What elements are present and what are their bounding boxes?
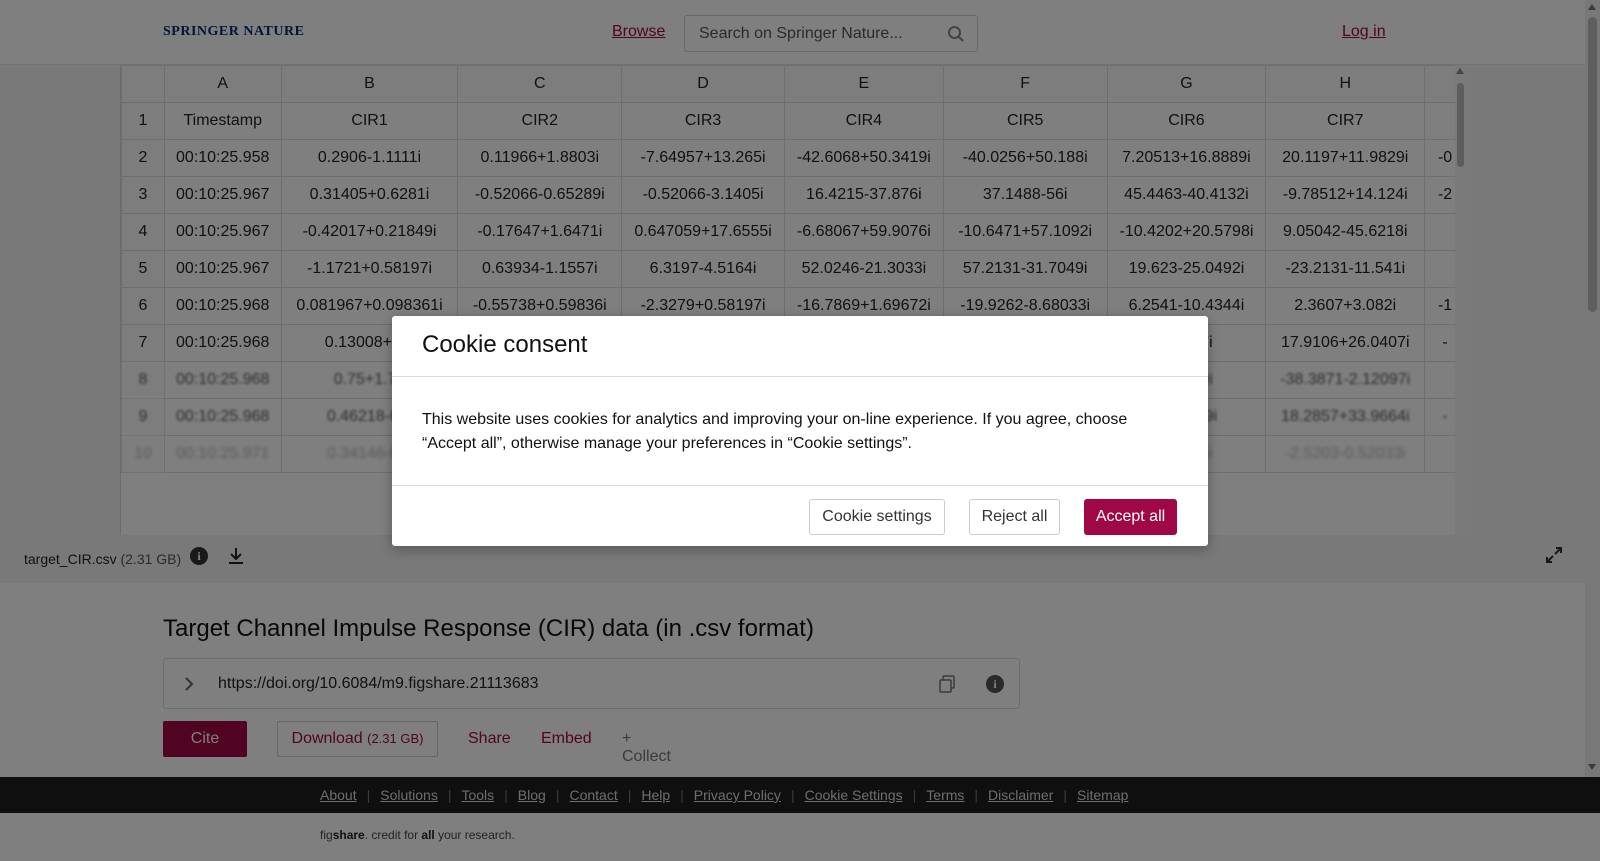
cookie-consent-dialog: Cookie consent This website uses cookies…: [392, 316, 1208, 546]
dialog-footer: Cookie settings Reject all Accept all: [392, 485, 1208, 546]
dialog-header: Cookie consent: [392, 316, 1208, 377]
cookie-settings-button[interactable]: Cookie settings: [809, 499, 945, 535]
dialog-body: This website uses cookies for analytics …: [422, 411, 1128, 452]
accept-all-button[interactable]: Accept all: [1084, 499, 1177, 535]
reject-all-button[interactable]: Reject all: [969, 499, 1060, 535]
dialog-title: Cookie consent: [422, 331, 588, 358]
